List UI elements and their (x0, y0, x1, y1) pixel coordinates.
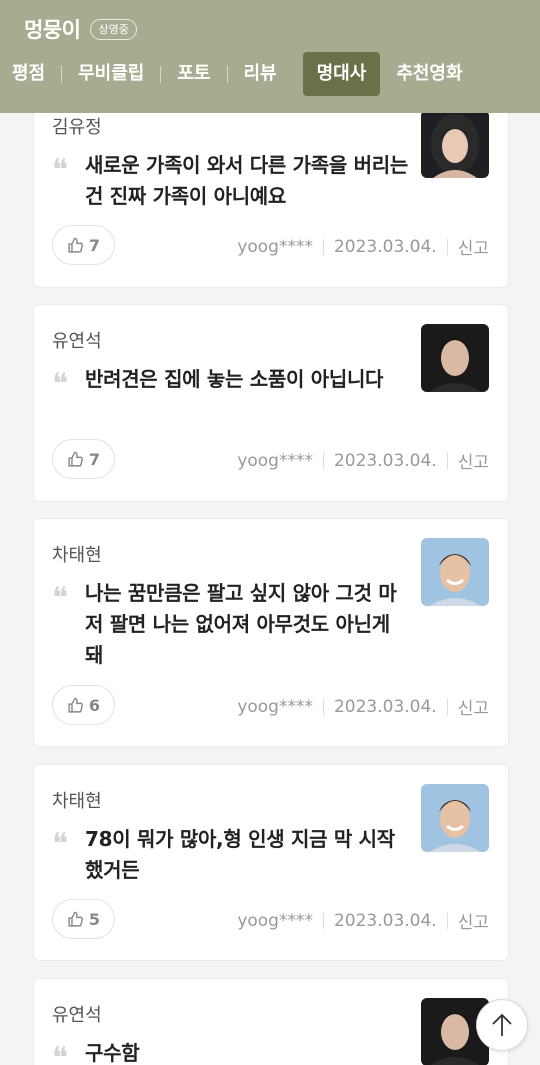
actor-avatar[interactable] (421, 324, 489, 392)
quote-mark-icon: ❝ (52, 827, 69, 862)
line-meta: yoog**** 2023.03.04. 신고 (237, 908, 489, 934)
like-count: 7 (88, 449, 101, 469)
meta-divider (322, 452, 324, 469)
quote-text: 구수함 (85, 1041, 140, 1065)
actor-name[interactable]: 유연석 (52, 327, 102, 353)
tab-rating[interactable]: 평점 (0, 52, 61, 96)
thumbs-up-icon (68, 911, 83, 927)
actor-name[interactable]: 김유정 (52, 113, 102, 139)
tab-recommended[interactable]: 추천영화 (380, 52, 478, 96)
arrow-up-icon (492, 1013, 512, 1036)
report-button[interactable]: 신고 (458, 234, 489, 259)
quote-text: 나는 꿈만큼은 팔고 싶지 않아 그것 마저 팔면 나는 없어져 아무것도 아닌… (85, 581, 397, 667)
tab-fade (500, 52, 540, 96)
meta-divider (322, 238, 324, 255)
line-card: 김유정 ❝ 새로운 가족이 와서 다른 가족을 버리는 건 진짜 가족이 아니예… (33, 85, 509, 288)
actor-avatar[interactable] (421, 784, 489, 852)
actor-avatar[interactable] (421, 538, 489, 606)
line-card: 유연석 ❝ 구수함 (33, 978, 509, 1065)
quote-text: 반려견은 집에 놓는 소품이 아닙니다 (85, 367, 384, 391)
post-date: 2023.03.04. (333, 450, 437, 471)
line-meta: yoog**** 2023.03.04. 신고 (237, 694, 489, 720)
quote-mark-icon: ❝ (52, 1041, 69, 1065)
actor-avatar[interactable] (421, 110, 489, 178)
scroll-top-button[interactable] (476, 999, 528, 1051)
line-meta: yoog**** 2023.03.04. 신고 (237, 448, 489, 474)
post-date: 2023.03.04. (333, 236, 437, 257)
post-date: 2023.03.04. (333, 696, 437, 717)
tab-movie-clip[interactable]: 무비클립 (62, 52, 160, 96)
user-id: yoog**** (237, 236, 313, 257)
user-id: yoog**** (237, 450, 313, 471)
meta-divider (446, 452, 448, 469)
line-meta: yoog**** 2023.03.04. 신고 (237, 234, 489, 260)
like-count: 7 (88, 235, 101, 255)
meta-divider (446, 912, 448, 929)
like-button[interactable]: 7 (52, 225, 115, 265)
report-button[interactable]: 신고 (458, 908, 489, 933)
like-button[interactable]: 6 (52, 685, 115, 725)
quote-text: 새로운 가족이 와서 다른 가족을 버리는 건 진짜 가족이 아니예요 (85, 153, 408, 208)
line-card: 차태현 ❝ 나는 꿈만큼은 팔고 싶지 않아 그것 마저 팔면 나는 없어져 아… (33, 518, 509, 747)
status-badge: 상영중 (90, 18, 137, 40)
tab-review[interactable]: 리뷰 (228, 52, 293, 96)
like-button[interactable]: 5 (52, 899, 115, 939)
meta-divider (322, 698, 324, 715)
tab-famous-lines[interactable]: 명대사 (302, 52, 381, 96)
meta-divider (446, 698, 448, 715)
like-count: 5 (88, 909, 101, 929)
user-id: yoog**** (237, 696, 313, 717)
report-button[interactable]: 신고 (458, 448, 489, 473)
thumbs-up-icon (68, 697, 83, 713)
title-row: 멍뭉이 상영중 (24, 14, 137, 44)
line-card: 차태현 ❝ 78이 뭐가 많아,형 인생 지금 막 시작했거든 5 yoog**… (33, 764, 509, 961)
actor-name[interactable]: 유연석 (52, 1001, 102, 1027)
quote-mark-icon: ❝ (52, 581, 69, 616)
like-button[interactable]: 7 (52, 439, 115, 479)
tab-bar: 평점 무비클립 포토 리뷰 명대사 추천영화 (0, 52, 479, 96)
actor-name[interactable]: 차태현 (52, 787, 102, 813)
actor-name[interactable]: 차태현 (52, 541, 102, 567)
report-button[interactable]: 신고 (458, 694, 489, 719)
movie-header: 멍뭉이 상영중 평점 무비클립 포토 리뷰 명대사 추천영화 (0, 0, 540, 113)
thumbs-up-icon (68, 451, 83, 467)
meta-divider (322, 912, 324, 929)
user-id: yoog**** (237, 910, 313, 931)
like-count: 6 (88, 695, 101, 715)
line-card: 유연석 ❝ 반려견은 집에 놓는 소품이 아닙니다 7 yoog**** 202… (33, 304, 509, 502)
movie-title[interactable]: 멍뭉이 (24, 14, 81, 44)
quote-mark-icon: ❝ (52, 367, 69, 402)
post-date: 2023.03.04. (333, 910, 437, 931)
quote-text: 78이 뭐가 많아,형 인생 지금 막 시작했거든 (85, 827, 395, 882)
tab-photo[interactable]: 포토 (161, 52, 226, 96)
quote-mark-icon: ❝ (52, 153, 69, 188)
meta-divider (446, 238, 448, 255)
thumbs-up-icon (68, 237, 83, 253)
